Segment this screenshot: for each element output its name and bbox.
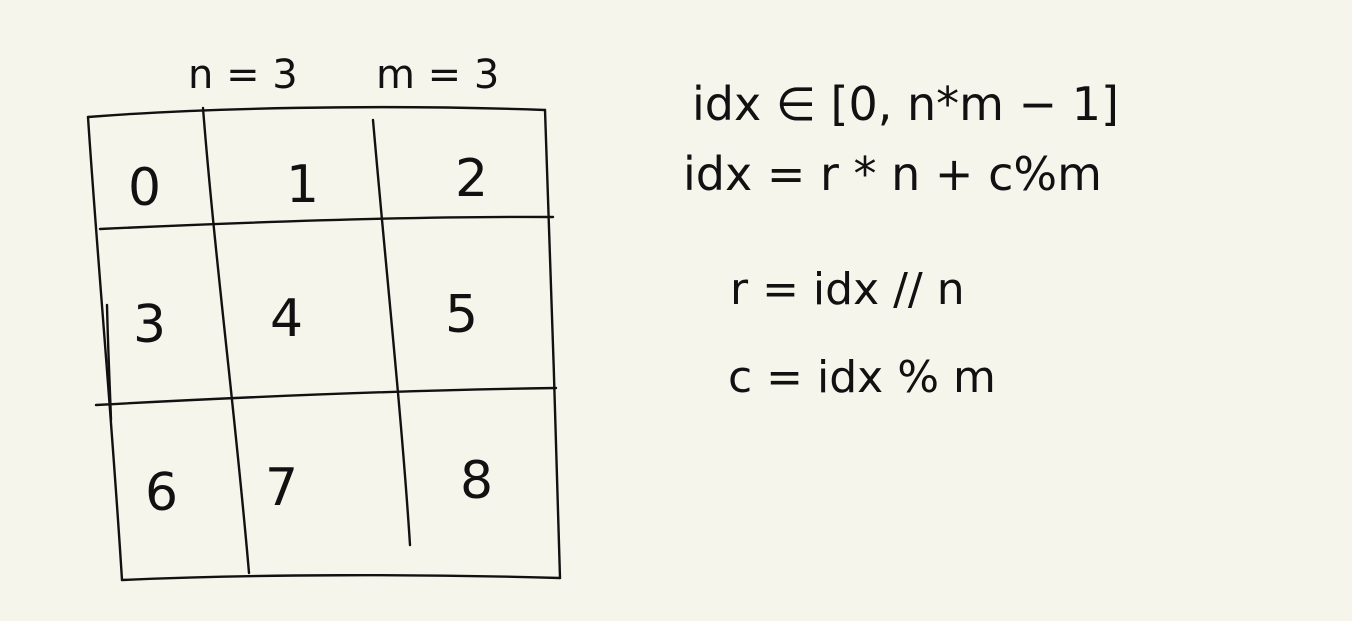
formula-index: idx = r * n + c%m: [683, 147, 1102, 201]
whiteboard-canvas: n = 3 m = 3 0 1 2 3 4 5 6 7 8 idx ∈ [0, …: [86, 52, 1119, 582]
formula-range: idx ∈ [0, n*m − 1]: [692, 77, 1119, 131]
grid-cell: 8: [460, 451, 493, 511]
grid-col-divider-1: [201, 106, 251, 575]
grid-cells: 0 1 2 3 4 5 6 7 8: [128, 149, 493, 523]
grid-cell: 1: [286, 155, 319, 215]
m-label: m = 3: [376, 52, 499, 98]
grid-row-divider-1: [98, 215, 555, 231]
grid-top-edge: [86, 105, 547, 119]
grid-col-divider-2: [371, 118, 412, 547]
grid-cell: 2: [455, 149, 488, 209]
grid-left-edge: [86, 115, 124, 582]
formula-col: c = idx % m: [728, 352, 996, 403]
grid-cell: 7: [265, 458, 298, 518]
grid-cell: 0: [128, 158, 161, 218]
grid-cell: 5: [445, 285, 478, 345]
grid-right-edge: [543, 108, 562, 580]
grid-cell: 6: [145, 463, 178, 523]
grid-row-divider-2: [94, 386, 558, 407]
grid-bottom-edge: [120, 574, 562, 582]
grid-cell: 3: [133, 295, 166, 355]
formula-row: r = idx // n: [730, 264, 965, 315]
grid-cell: 4: [270, 289, 303, 349]
n-label: n = 3: [188, 52, 298, 98]
